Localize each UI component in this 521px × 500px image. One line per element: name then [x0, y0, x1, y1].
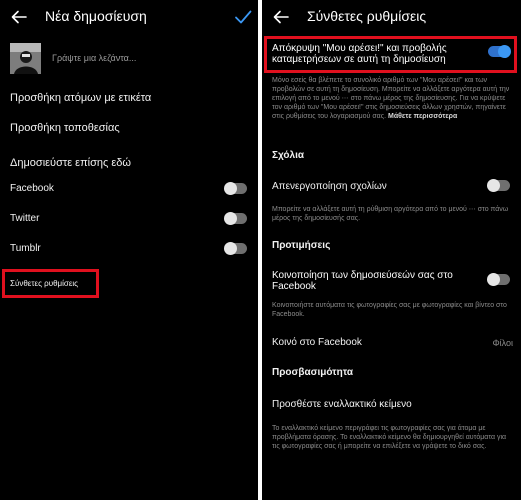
post-thumbnail: [10, 43, 41, 74]
turn-off-comments-label: Απενεργοποίηση σχολίων: [272, 181, 387, 192]
also-post-heading: Δημοσιεύστε επίσης εδώ: [10, 157, 131, 169]
share-to-facebook-description: Κοινοποιήστε αυτόματα τις φωτογραφίες σα…: [272, 302, 507, 318]
facebook-audience-value[interactable]: Φίλοι: [492, 338, 513, 348]
toggle-knob: [224, 212, 237, 225]
hide-likes-label: Απόκρυψη "Μου αρέσει!" και προβολής κατα…: [272, 43, 447, 65]
preferences-heading: Προτιμήσεις: [272, 240, 331, 251]
accessibility-heading: Προσβασιμότητα: [272, 367, 354, 378]
comments-heading: Σχόλια: [272, 150, 304, 161]
checkmark-icon[interactable]: [234, 8, 252, 26]
share-to-facebook-toggle[interactable]: [487, 273, 510, 286]
new-post-screen: Νέα δημοσίευση Γράψτε μια λεζάντα... Προ…: [0, 0, 258, 500]
caption-input[interactable]: Γράψτε μια λεζάντα...: [52, 53, 136, 63]
facebook-toggle[interactable]: [224, 182, 247, 195]
facebook-audience-label[interactable]: Κοινό στο Facebook: [272, 337, 362, 348]
toggle-knob: [487, 273, 500, 286]
alt-text-item[interactable]: Προσθέστε εναλλακτικό κείμενο: [272, 399, 412, 410]
tag-people-item[interactable]: Προσθήκη ατόμων με ετικέτα: [10, 92, 151, 104]
comments-description: Μπορείτε να αλλάξετε αυτή τη ρύθμιση αργ…: [272, 206, 509, 222]
back-arrow-icon[interactable]: [11, 9, 27, 25]
hide-likes-toggle[interactable]: [488, 45, 511, 58]
twitter-toggle[interactable]: [224, 212, 247, 225]
page-title: Σύνθετες ρυθμίσεις: [307, 8, 427, 24]
new-post-header: Νέα δημοσίευση: [0, 0, 258, 34]
advanced-settings-screen: Σύνθετες ρυθμίσεις Απόκρυψη "Μου αρέσει!…: [262, 0, 521, 500]
advanced-settings-link[interactable]: Σύνθετες ρυθμίσεις: [10, 279, 78, 288]
hide-likes-description: Μόνο εσείς θα βλέπετε το συνολικό αριθμό…: [272, 76, 512, 121]
learn-more-link[interactable]: Μάθετε περισσότερα: [388, 113, 457, 120]
tumblr-label: Tumblr: [10, 243, 41, 254]
add-location-item[interactable]: Προσθήκη τοποθεσίας: [10, 122, 120, 134]
toggle-knob: [224, 242, 237, 255]
twitter-label: Twitter: [10, 213, 40, 224]
page-title: Νέα δημοσίευση: [45, 8, 147, 24]
toggle-knob: [224, 182, 237, 195]
advanced-settings-header: Σύνθετες ρυθμίσεις: [262, 0, 521, 34]
tumblr-toggle[interactable]: [224, 242, 247, 255]
facebook-label: Facebook: [10, 183, 54, 194]
alt-text-description: Το εναλλακτικό κείμενο περιγράφει τις φω…: [272, 425, 507, 450]
share-to-facebook-label: Κοινοποίηση των δημοσιεύσεών σας στο Fac…: [272, 270, 453, 292]
toggle-knob: [487, 179, 500, 192]
toggle-knob: [498, 45, 511, 58]
back-arrow-icon[interactable]: [273, 9, 289, 25]
turn-off-comments-toggle[interactable]: [487, 179, 510, 192]
